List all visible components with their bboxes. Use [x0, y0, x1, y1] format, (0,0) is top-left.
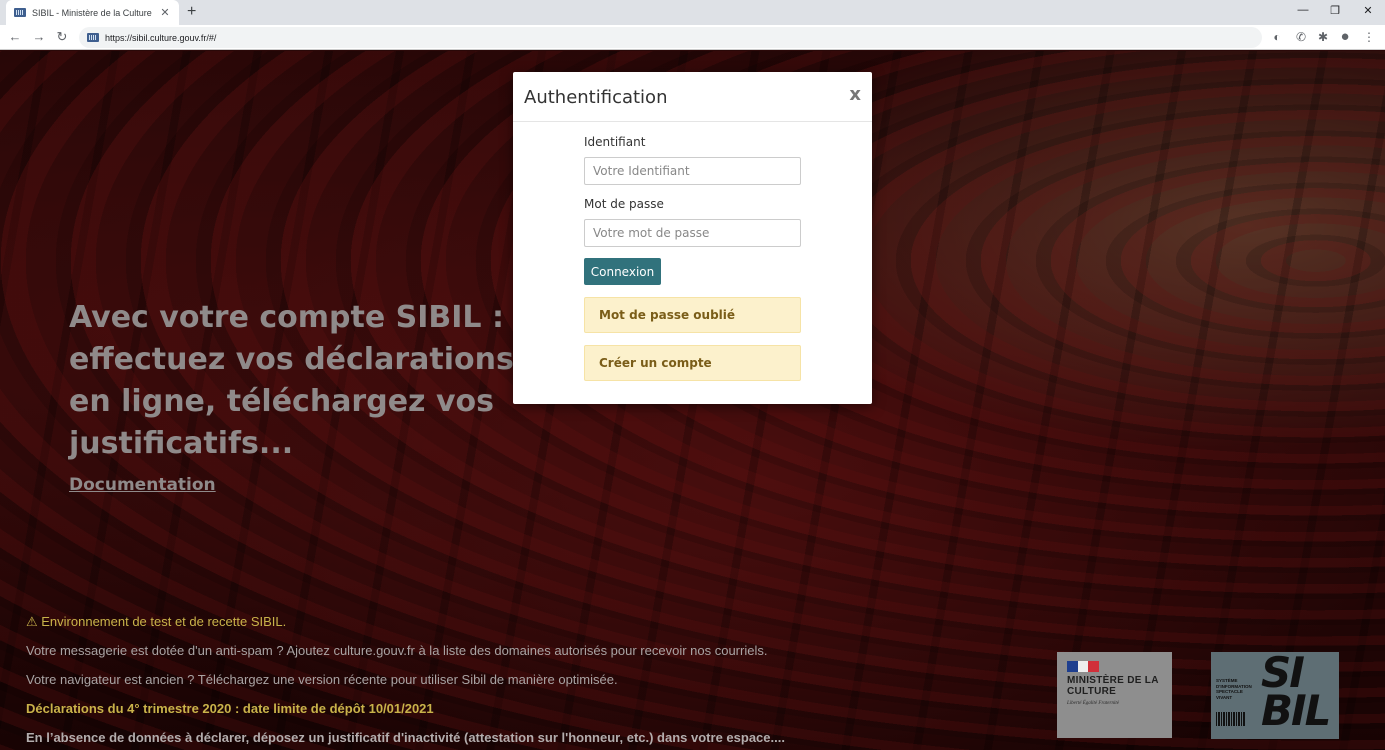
hero-headline: Avec votre compte SIBIL : effectuez vos …: [69, 300, 514, 461]
extension-icon[interactable]: ◐: [1270, 30, 1284, 44]
window-close-icon[interactable]: ✕: [1360, 4, 1376, 17]
tab-title: SIBIL - Ministère de la Culture: [32, 7, 152, 18]
browser-tab[interactable]: SIBIL - Ministère de la Culture ✕: [6, 0, 179, 25]
password-input[interactable]: [584, 219, 801, 247]
back-icon[interactable]: ←: [7, 29, 23, 44]
authentication-modal: Authentification x Identifiant Mot de pa…: [513, 72, 872, 404]
account-icon[interactable]: ●: [1338, 29, 1352, 44]
sibil-subtitle: SYSTÈME D'INFORMATION SPECTACLE VIVANT: [1216, 678, 1252, 700]
forgot-password-button[interactable]: Mot de passe oublié: [584, 297, 801, 333]
inactivity-notice: En l’absence de données à déclarer, dépo…: [26, 730, 785, 745]
tab-close-icon[interactable]: ✕: [159, 6, 171, 19]
sibil-wordmark: SI BIL: [1261, 648, 1331, 735]
modal-header: Authentification x: [513, 72, 872, 122]
connexion-button[interactable]: Connexion: [584, 258, 661, 285]
barcode-icon: [1216, 712, 1246, 726]
browser-toolbar: ← → ↻ https://sibil.culture.gouv.fr/#/ ◐…: [0, 25, 1385, 50]
site-favicon-icon: [14, 8, 26, 17]
test-environment-notice: ⚠ Environnement de test et de recette SI…: [26, 614, 287, 629]
deadline-notice: Déclarations du 4° trimestre 2020 : date…: [26, 701, 434, 716]
identifiant-input[interactable]: [584, 157, 801, 185]
ministere-name: MINISTÈRE DE LA CULTURE: [1067, 675, 1159, 697]
url-text: https://sibil.culture.gouv.fr/#/: [105, 32, 217, 43]
password-label: Mot de passe: [584, 197, 664, 211]
address-bar[interactable]: https://sibil.culture.gouv.fr/#/: [79, 27, 1262, 48]
forward-icon[interactable]: →: [31, 29, 47, 44]
ministere-motto: Liberté Égalité Fraternité: [1067, 701, 1119, 706]
reload-icon[interactable]: ↻: [54, 29, 70, 45]
restore-icon[interactable]: ❐: [1327, 4, 1343, 17]
new-tab-button[interactable]: +: [187, 3, 196, 21]
identifiant-label: Identifiant: [584, 135, 646, 149]
browser-notice: Votre navigateur est ancien ? Télécharge…: [26, 672, 618, 687]
menu-icon[interactable]: ⋮: [1362, 30, 1376, 44]
antispam-notice: Votre messagerie est dotée d'un anti-spa…: [26, 643, 768, 658]
browser-tab-bar: SIBIL - Ministère de la Culture ✕ + — ❐ …: [0, 0, 1385, 25]
minimize-icon[interactable]: —: [1295, 4, 1311, 16]
close-icon[interactable]: x: [849, 84, 861, 105]
french-flag-icon: [1067, 661, 1100, 672]
documentation-link[interactable]: Documentation: [69, 475, 216, 495]
sibil-logo: SYSTÈME D'INFORMATION SPECTACLE VIVANT S…: [1211, 652, 1339, 739]
phone-extension-icon[interactable]: ✆: [1294, 30, 1308, 44]
modal-title: Authentification: [524, 87, 668, 108]
ministere-culture-logo: MINISTÈRE DE LA CULTURE Liberté Égalité …: [1057, 652, 1172, 738]
create-account-button[interactable]: Créer un compte: [584, 345, 801, 381]
site-favicon-icon: [87, 33, 99, 42]
puzzle-icon[interactable]: ✱: [1316, 30, 1330, 44]
